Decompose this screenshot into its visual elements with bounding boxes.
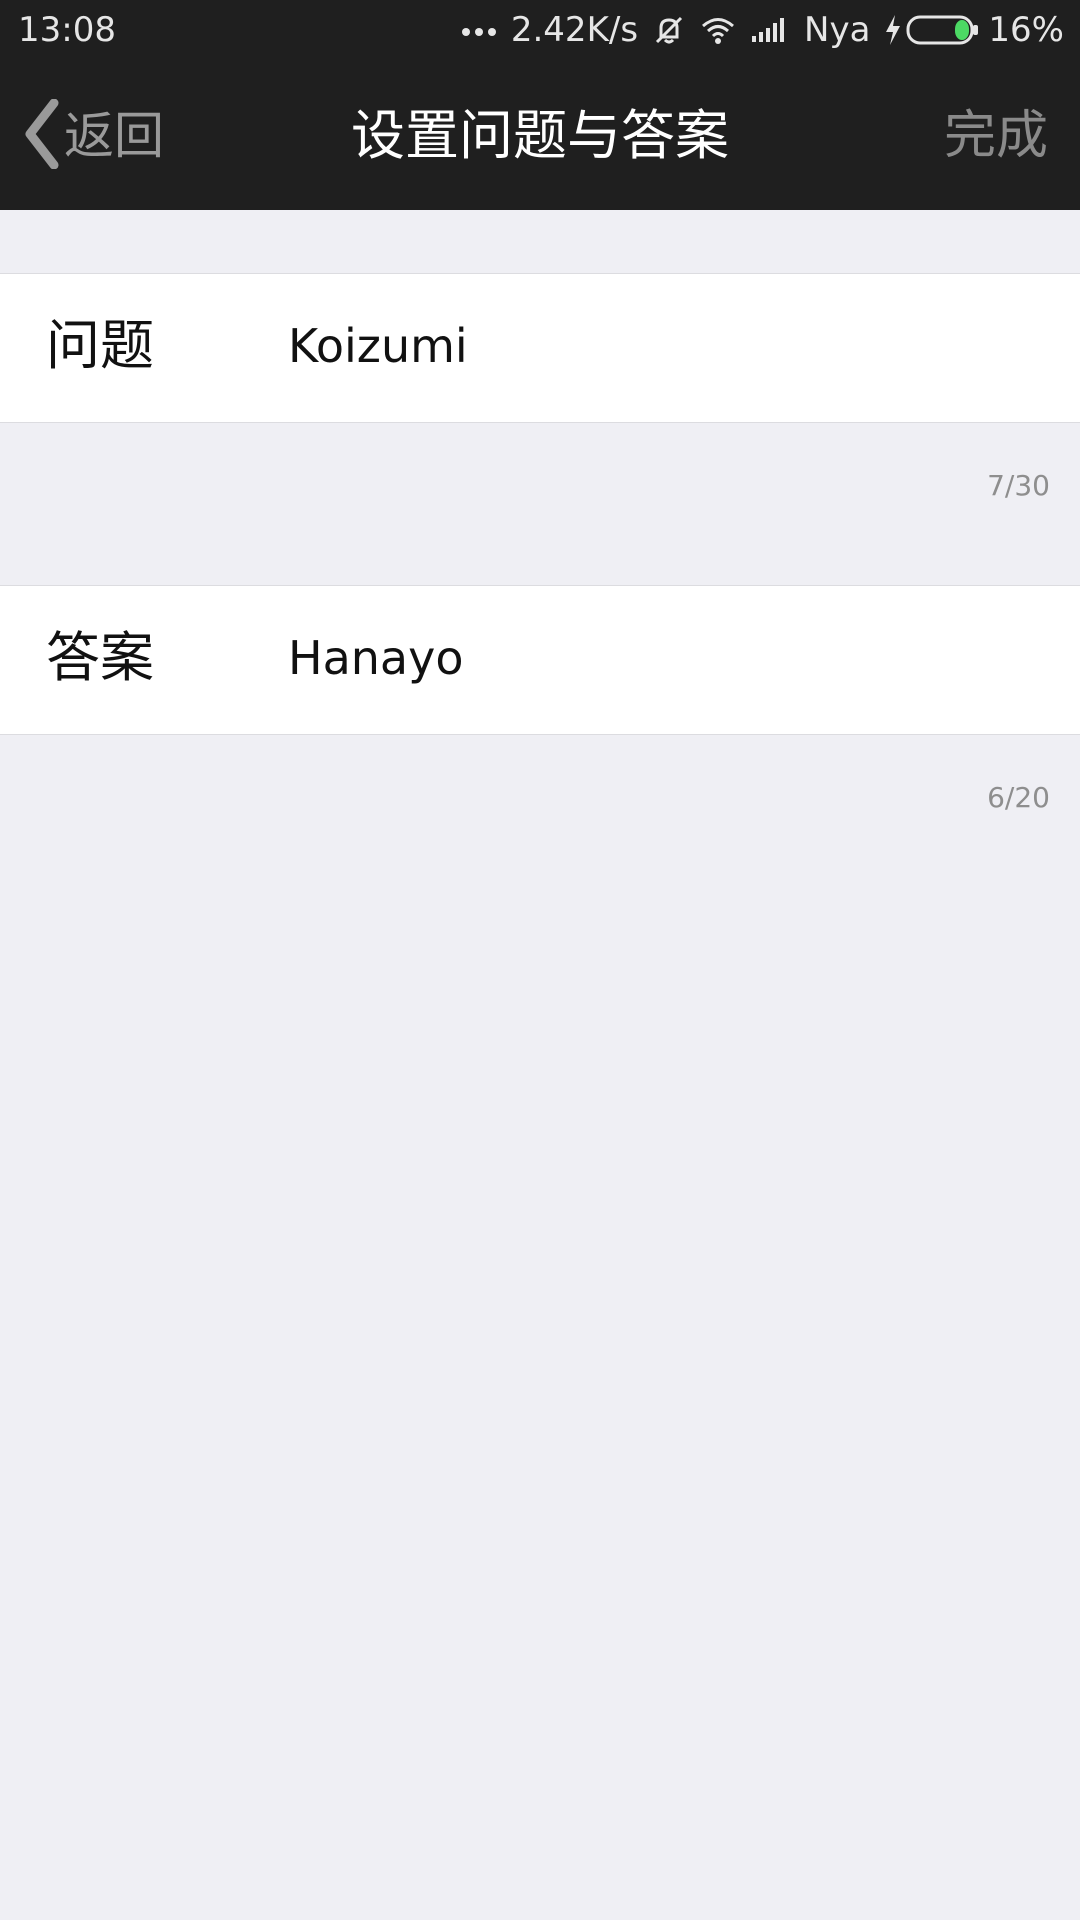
more-dots-icon — [461, 24, 497, 36]
answer-char-counter: 6/20 — [987, 781, 1050, 814]
page-title: 设置问题与答案 — [351, 104, 729, 167]
question-row: 问题 — [0, 273, 1080, 423]
battery-percent: 16% — [988, 10, 1064, 50]
question-input[interactable] — [288, 310, 1048, 382]
answer-label: 答案 — [46, 626, 154, 689]
question-char-counter: 7/30 — [987, 469, 1050, 502]
carrier-name: Nya — [804, 10, 871, 50]
question-label: 问题 — [46, 314, 154, 377]
battery-icon — [906, 15, 980, 45]
mute-bell-icon — [652, 13, 686, 47]
charging-icon — [884, 14, 902, 46]
answer-input[interactable] — [288, 622, 1048, 694]
network-speed: 2.42K/s — [510, 10, 639, 50]
signal-icon — [750, 16, 790, 44]
status-time: 13:08 — [18, 10, 116, 50]
wifi-icon — [700, 15, 736, 45]
answer-row: 答案 — [0, 585, 1080, 735]
status-bar: 13:08 2.42K/s Nya 16% — [0, 0, 1080, 62]
status-icons: 2.42K/s Nya 16% — [461, 10, 1064, 50]
nav-bar: 返回 设置问题与答案 完成 — [0, 62, 1080, 210]
done-button[interactable]: 完成 — [944, 100, 1048, 172]
